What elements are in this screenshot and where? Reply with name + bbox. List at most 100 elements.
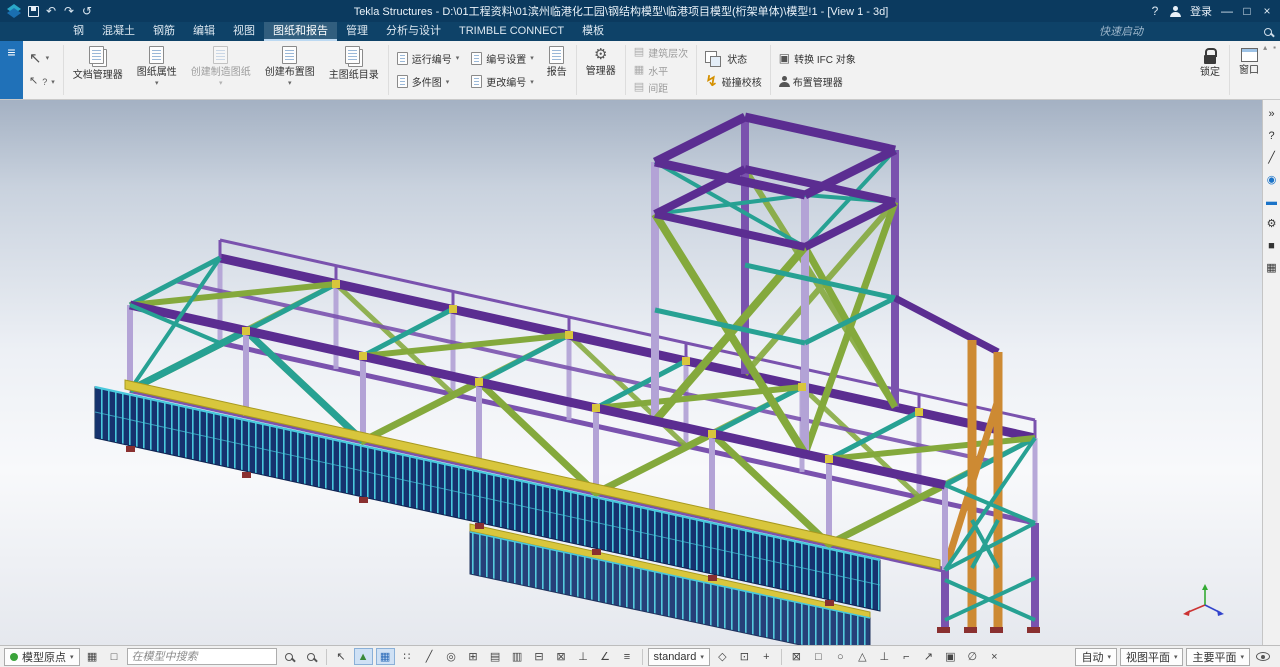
login-button[interactable]: 登录	[1186, 3, 1216, 19]
snap-perp-icon[interactable]: ⊥	[875, 648, 894, 665]
snap-none-icon[interactable]: ∅	[963, 648, 982, 665]
add-view-icon[interactable]: +	[757, 648, 776, 665]
search-icon[interactable]	[1264, 28, 1272, 36]
snap-edge-icon[interactable]: ⊟	[530, 648, 549, 665]
user-icon[interactable]	[1166, 2, 1184, 20]
help-icon[interactable]: ?	[1146, 2, 1164, 20]
snap-corner-icon[interactable]: ⌐	[897, 648, 916, 665]
level-button[interactable]: ▦ 水平	[632, 63, 690, 78]
snap-perpendicular-icon[interactable]: ⊥	[574, 648, 593, 665]
chevron-down-icon[interactable]: ▾	[46, 54, 50, 62]
work-plane-icon[interactable]: ◇	[713, 648, 732, 665]
ribbon-collapse-icon[interactable]: ▴	[1263, 43, 1267, 52]
snap-parallel-icon[interactable]: ≡	[618, 648, 637, 665]
snap-clear-icon[interactable]: ×	[985, 648, 1004, 665]
grid-snap-icon[interactable]: ⊞	[464, 648, 483, 665]
chevron-down-icon[interactable]: ▾	[155, 81, 159, 86]
spacing-button[interactable]: ▤ 间距	[632, 80, 690, 95]
undo-icon[interactable]: ↶	[42, 2, 60, 20]
snap-points-icon[interactable]: ∷	[398, 648, 417, 665]
main-plane-dropdown[interactable]: 主要平面 ▾	[1186, 648, 1250, 666]
zoom-selected-icon[interactable]	[302, 648, 321, 665]
snap-grid-point-icon[interactable]: ▣	[941, 648, 960, 665]
select-cursor-icon[interactable]: ↖	[332, 648, 351, 665]
menu-concrete[interactable]: 混凝土	[93, 22, 144, 41]
snap-triangle-icon[interactable]: △	[853, 648, 872, 665]
change-numbering-button[interactable]: 更改编号 ▾	[469, 73, 536, 90]
status-button[interactable]: 状态	[703, 50, 764, 67]
chevron-down-icon[interactable]: ▾	[288, 81, 292, 86]
main-menu-button[interactable]: ≡	[0, 41, 23, 99]
snap-circle-icon[interactable]: ○	[831, 648, 850, 665]
menu-trimble-connect[interactable]: TRIMBLE CONNECT	[450, 22, 573, 41]
select-assist-button[interactable]: ↖ ? ▾	[27, 73, 57, 90]
convert-ifc-button[interactable]: ▣ 转换 IFC 对象	[777, 50, 858, 67]
history-icon[interactable]: ↺	[78, 2, 96, 20]
menu-template[interactable]: 模板	[573, 22, 613, 41]
save-icon[interactable]	[24, 2, 42, 20]
render-box-icon[interactable]: ⊡	[735, 648, 754, 665]
gear-icon[interactable]: ⚙	[1264, 216, 1279, 231]
components-icon[interactable]: ▦	[1264, 260, 1279, 275]
layout-manager-button[interactable]: 布置管理器	[777, 73, 858, 90]
chevron-down-icon[interactable]: ▾	[51, 78, 55, 86]
snap-sketch-icon[interactable]: ╱	[420, 648, 439, 665]
select-tool-button[interactable]: ↖ ▾	[27, 50, 57, 67]
menu-rebar[interactable]: 钢筋	[144, 22, 184, 41]
maximize-button[interactable]: □	[1238, 2, 1256, 20]
ribbon-pin-icon[interactable]: ▪	[1273, 43, 1276, 52]
globe-icon[interactable]: ◉	[1264, 172, 1279, 187]
snap-work-plane-icon[interactable]: ▦	[376, 648, 395, 665]
chevron-down-icon[interactable]: ▾	[530, 78, 534, 86]
extensions-icon[interactable]: ■	[1264, 238, 1279, 253]
snap-direction-icon[interactable]: ↗	[919, 648, 938, 665]
clash-check-button[interactable]: ↯ 碰撞校核	[703, 73, 764, 90]
context-help-icon[interactable]: ?	[1264, 128, 1279, 143]
menu-manage[interactable]: 管理	[337, 22, 377, 41]
quick-launch-input[interactable]	[1099, 24, 1259, 39]
snap-endpoints-icon[interactable]: ▲	[354, 648, 373, 665]
visibility-eye-icon[interactable]	[1253, 648, 1272, 665]
auto-dropdown[interactable]: 自动 ▾	[1075, 648, 1117, 666]
snap-any-icon[interactable]: ⊠	[787, 648, 806, 665]
numbering-settings-button[interactable]: 编号设置 ▾	[469, 50, 536, 67]
menu-drawings-reports[interactable]: 图纸和报告	[264, 22, 337, 41]
select-switch-icon[interactable]: ▦	[83, 648, 102, 665]
menu-view[interactable]: 视图	[224, 22, 264, 41]
snap-table-icon[interactable]: ▤	[486, 648, 505, 665]
model-3d-view[interactable]: » ? ╱ ◉ ▬ ⚙ ■ ▦	[0, 100, 1280, 645]
assembly-drawing-button[interactable]: 多件图 ▾	[395, 73, 462, 90]
close-button[interactable]: ×	[1258, 2, 1276, 20]
reports-button[interactable]: 报告	[540, 41, 574, 99]
chevron-down-icon[interactable]: ▾	[456, 54, 460, 62]
view-box-icon[interactable]: □	[105, 648, 124, 665]
drawing-properties-button[interactable]: 图纸属性 ▾	[130, 41, 184, 99]
snap-center-icon[interactable]: ◎	[442, 648, 461, 665]
menu-steel[interactable]: 钢	[64, 22, 93, 41]
menu-analysis-design[interactable]: 分析与设计	[377, 22, 450, 41]
master-drawing-catalog-button[interactable]: 主图纸目录	[322, 41, 386, 99]
cloud-icon[interactable]: ▬	[1264, 194, 1279, 209]
snap-free-icon[interactable]: □	[809, 648, 828, 665]
chevron-down-icon[interactable]: ▾	[530, 54, 534, 62]
snap-angle-icon[interactable]: ∠	[596, 648, 615, 665]
create-layout-drawing-button[interactable]: 创建布置图 ▾	[258, 41, 322, 99]
model-search-input[interactable]	[127, 648, 277, 665]
manager-button[interactable]: ⚙ 管理器	[579, 41, 623, 99]
pen-icon[interactable]: ╱	[1264, 150, 1279, 165]
window-button[interactable]: 窗口	[1232, 41, 1266, 99]
run-numbering-button[interactable]: 运行编号 ▾	[395, 50, 462, 67]
redo-icon[interactable]: ↷	[60, 2, 78, 20]
zoom-search-icon[interactable]	[280, 648, 299, 665]
minimize-button[interactable]: —	[1218, 2, 1236, 20]
document-manager-button[interactable]: 文档管理器	[66, 41, 130, 99]
create-fabrication-drawing-button[interactable]: 创建制造图纸 ▾	[184, 41, 258, 99]
model-origin-dropdown[interactable]: 模型原点 ▾	[4, 648, 80, 666]
snap-intersection-icon[interactable]: ⊠	[552, 648, 571, 665]
chevron-down-icon[interactable]: ▾	[446, 78, 450, 86]
standard-dropdown[interactable]: standard ▾	[648, 648, 710, 666]
lock-button[interactable]: 锁定	[1193, 41, 1227, 99]
building-hierarchy-button[interactable]: ▤ 建筑层次	[632, 45, 690, 60]
menu-edit[interactable]: 编辑	[184, 22, 224, 41]
view-plane-dropdown[interactable]: 视图平面 ▾	[1120, 648, 1184, 666]
